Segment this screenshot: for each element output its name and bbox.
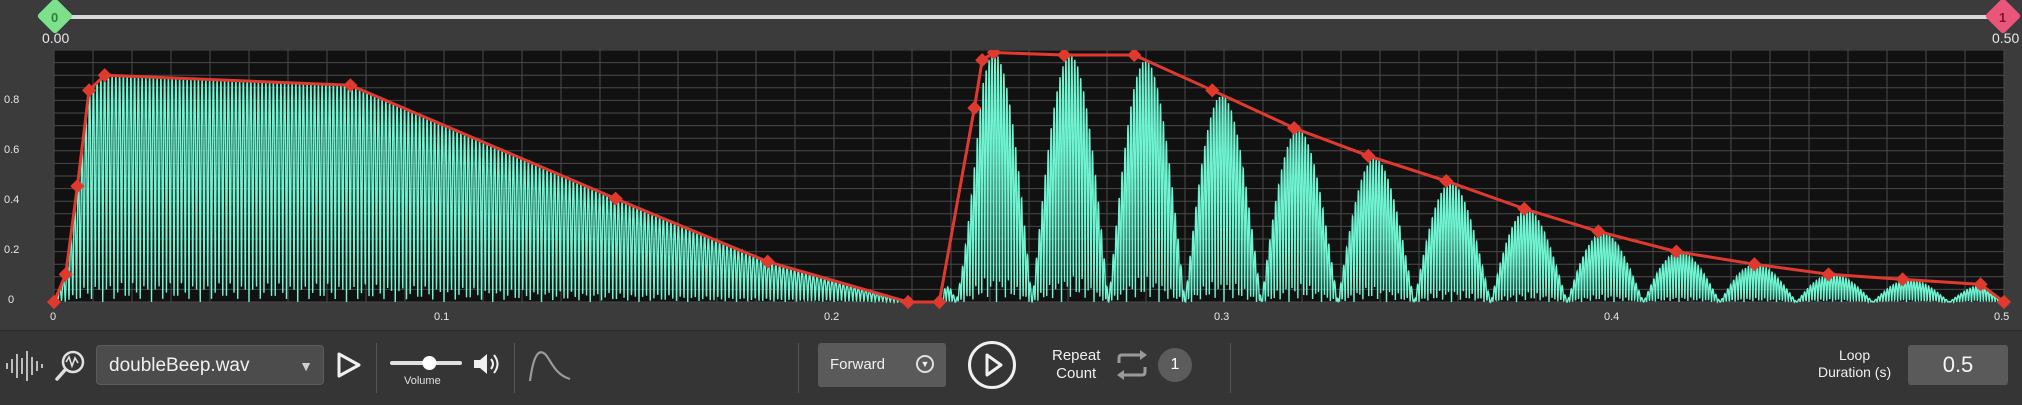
- y-tick-label: 0.6: [4, 144, 19, 156]
- envelope-shape-icon[interactable]: [528, 345, 572, 385]
- file-select[interactable]: doubleBeep.wav ▼: [96, 345, 324, 385]
- waveform-icon[interactable]: [4, 349, 44, 383]
- range-track[interactable]: [54, 15, 2004, 19]
- y-tick-label: 0.2: [4, 244, 19, 256]
- repeat-label-line-2: Count: [1056, 365, 1097, 382]
- direction-select[interactable]: Forward ▼: [818, 343, 946, 387]
- preview-play-button[interactable]: [336, 351, 362, 379]
- volume-slider[interactable]: [388, 355, 464, 371]
- repeat-label-line-1: Repeat: [1052, 347, 1101, 364]
- chevron-down-icon: ▼: [299, 358, 313, 374]
- magnify-waveform-icon[interactable]: [54, 349, 88, 383]
- x-tick-label: 0.5: [1994, 311, 2009, 323]
- y-tick-label: 0: [8, 294, 14, 306]
- loop-label-line-2: Duration (s): [1818, 364, 1892, 380]
- volume-label: Volume: [404, 375, 441, 387]
- x-tick-label: 0.3: [1214, 311, 1229, 323]
- toolbar-divider: [376, 343, 377, 393]
- x-tick-label: 0: [50, 311, 56, 323]
- range-slider[interactable]: 0 1 0.00 0.50: [0, 0, 2022, 50]
- range-end-value: 0.50: [1992, 30, 2020, 46]
- toolbar-divider: [1230, 343, 1231, 393]
- repeat-count-badge[interactable]: 1: [1158, 348, 1192, 382]
- play-icon: [985, 353, 1003, 377]
- repeat-count-label: Repeat Count: [1052, 347, 1100, 383]
- speaker-icon[interactable]: [472, 351, 502, 377]
- range-start-handle-label: 0: [51, 10, 59, 25]
- chevron-down-icon: ▼: [916, 355, 934, 373]
- x-tick-label: 0.2: [824, 311, 839, 323]
- play-button[interactable]: [968, 341, 1016, 389]
- x-tick-label: 0.4: [1604, 311, 1619, 323]
- toolbar-divider: [798, 343, 799, 393]
- loop-duration-label: Loop Duration (s): [1818, 347, 1891, 381]
- volume-knob[interactable]: [422, 356, 437, 370]
- y-tick-label: 0.4: [4, 194, 19, 206]
- waveform-envelope-plot[interactable]: 0 0.2 0.4 0.6 0.8 0 0.1 0.2 0.3 0.4 0.5: [0, 50, 2022, 330]
- x-tick-label: 0.1: [434, 311, 449, 323]
- toolbar-divider: [514, 343, 515, 393]
- direction-value: Forward: [830, 356, 886, 373]
- repeat-icon[interactable]: [1114, 349, 1150, 381]
- range-start-value: 0.00: [42, 30, 70, 46]
- y-tick-label: 0.8: [4, 94, 19, 106]
- loop-label-line-1: Loop: [1838, 347, 1871, 363]
- range-end-handle-label: 1: [1999, 10, 2007, 25]
- loop-duration-input[interactable]: 0.5: [1908, 345, 2008, 385]
- file-name: doubleBeep.wav: [109, 355, 250, 376]
- bottom-toolbar: doubleBeep.wav ▼ Volume Forward ▼ Repeat…: [0, 330, 2022, 405]
